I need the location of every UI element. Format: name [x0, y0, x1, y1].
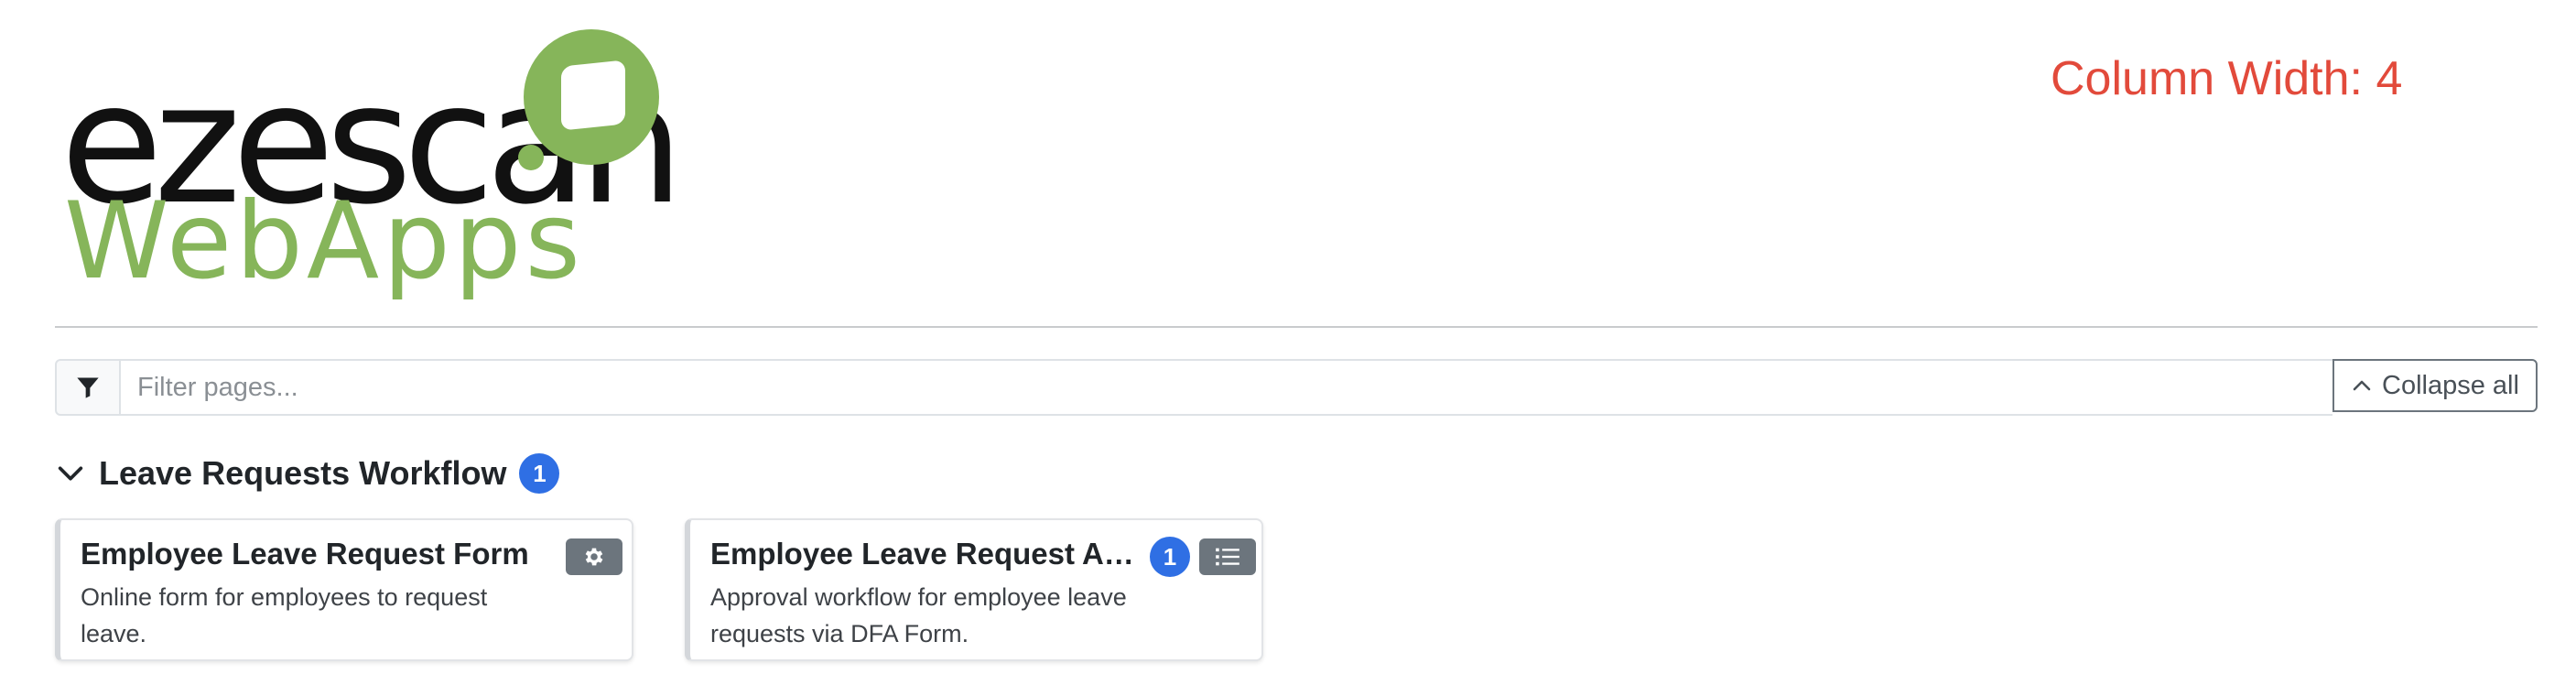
- ezescan-webapps-logo: ezescan WebApps: [57, 26, 684, 303]
- page-card-leave-request-approval[interactable]: Employee Leave Request Ap... Approval wo…: [685, 518, 1263, 661]
- filter-pages-input[interactable]: [121, 359, 2332, 416]
- card-title[interactable]: Employee Leave Request Form: [81, 537, 557, 571]
- section-count-badge: 1: [519, 453, 560, 494]
- header-divider: [55, 326, 2538, 328]
- section-title[interactable]: Leave Requests Workflow: [99, 454, 506, 493]
- chevron-up-icon: [2353, 380, 2371, 391]
- column-width-label: Column Width: 4: [2051, 52, 2403, 105]
- collapse-all-button[interactable]: Collapse all: [2332, 359, 2538, 412]
- filter-icon: [77, 377, 99, 398]
- chevron-down-icon[interactable]: [55, 458, 86, 489]
- card-description: Approval workflow for employee leave req…: [710, 583, 1127, 647]
- collapse-all-label: Collapse all: [2382, 370, 2519, 400]
- card-title[interactable]: Employee Leave Request Ap...: [710, 537, 1141, 571]
- logo-dot: [518, 145, 544, 170]
- list-icon: [1216, 548, 1239, 566]
- card-count-badge: 1: [1150, 537, 1190, 577]
- logo-subtitle: WebApps: [64, 179, 584, 303]
- logo-speech-bubble-icon: [524, 29, 659, 165]
- filter-addon: [55, 359, 121, 416]
- filter-bar: Collapse all: [55, 359, 2538, 416]
- section-header[interactable]: Leave Requests Workflow 1: [55, 451, 560, 496]
- page-card-leave-request-form[interactable]: Employee Leave Request Form Online form …: [55, 518, 633, 661]
- gear-icon: [585, 548, 603, 566]
- list-view-button[interactable]: [1199, 538, 1256, 575]
- settings-button[interactable]: [566, 538, 622, 575]
- card-description: Online form for employees to request lea…: [81, 583, 488, 647]
